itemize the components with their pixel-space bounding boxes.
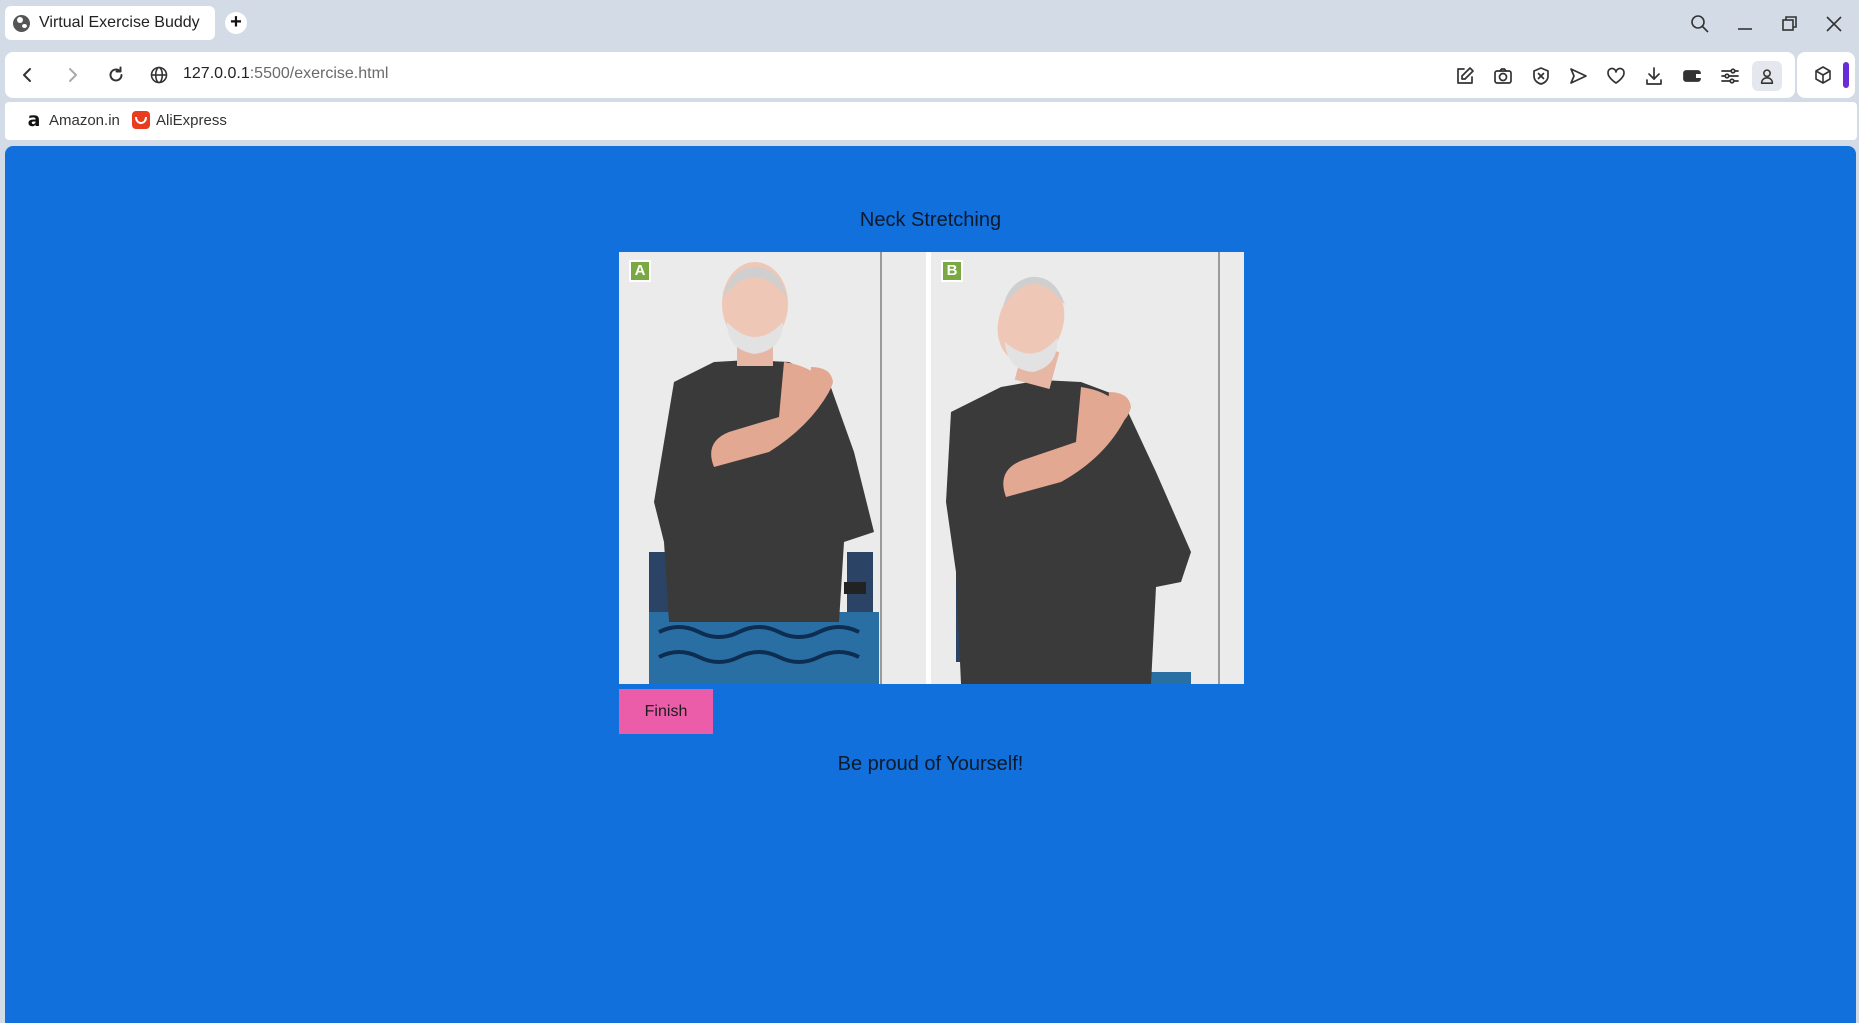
panel-label-b: B — [941, 260, 963, 282]
edit-icon — [1457, 67, 1474, 84]
page-viewport: Neck Stretching A B Finish Be proud of Y… — [5, 146, 1856, 1023]
browser-tab[interactable]: Virtual Exercise Buddy — [5, 6, 215, 40]
favorites-button[interactable] — [1603, 63, 1629, 89]
forward-button[interactable] — [57, 60, 87, 90]
heart-icon — [1607, 67, 1625, 84]
sidebar-toggle[interactable] — [1843, 62, 1849, 88]
site-info-icon[interactable] — [149, 65, 169, 85]
screenshot-button[interactable] — [1490, 63, 1516, 89]
send-button[interactable] — [1565, 63, 1591, 89]
bookmark-label: Amazon.in — [49, 111, 120, 129]
bookmarks-bar: a Amazon.in AliExpress — [5, 102, 1857, 140]
user-icon — [1760, 69, 1774, 84]
extensions-button[interactable] — [1813, 65, 1833, 90]
browser-toolbar: 127.0.0.1:5500/exercise.html — [5, 52, 1795, 98]
exercise-image: A B — [619, 252, 1244, 684]
reload-button[interactable] — [101, 60, 131, 90]
arrow-left-icon — [23, 68, 31, 82]
new-tab-button[interactable]: + — [225, 12, 247, 34]
motivation-message: Be proud of Yourself! — [837, 753, 1024, 775]
tab-title: Virtual Exercise Buddy — [39, 14, 200, 31]
address-bar[interactable]: 127.0.0.1:5500/exercise.html — [183, 65, 388, 83]
browser-title-bar: Virtual Exercise Buddy + — [0, 0, 1859, 48]
restore-icon — [1782, 16, 1797, 31]
exercise-photo-panel-b: B — [931, 252, 1244, 684]
downloads-button[interactable] — [1641, 63, 1667, 89]
aliexpress-icon — [132, 111, 150, 129]
url-host: 127.0.0.1 — [183, 65, 250, 82]
profile-button[interactable] — [1752, 61, 1782, 91]
restore-button[interactable] — [1772, 8, 1808, 40]
cube-icon — [1815, 66, 1831, 84]
amazon-icon: a — [27, 109, 41, 131]
bookmark-label: AliExpress — [156, 111, 227, 129]
exercise-photo-panel-a: A — [619, 252, 926, 684]
minimize-button[interactable] — [1727, 8, 1763, 40]
edit-button[interactable] — [1452, 63, 1478, 89]
bookmark-aliexpress[interactable]: AliExpress — [132, 111, 227, 129]
arrow-right-icon — [69, 68, 77, 82]
wallet-button[interactable] — [1679, 63, 1705, 89]
exercise-title: Neck Stretching — [859, 209, 1002, 231]
send-icon — [1570, 68, 1587, 84]
camera-icon — [1494, 68, 1512, 84]
url-path: :5500/exercise.html — [249, 65, 389, 82]
search-icon — [1691, 15, 1709, 33]
back-button[interactable] — [13, 60, 43, 90]
shield-button[interactable] — [1528, 63, 1554, 89]
close-window-button[interactable] — [1816, 8, 1852, 40]
close-icon — [1826, 16, 1842, 32]
globe-icon — [13, 14, 30, 32]
settings-button[interactable] — [1717, 63, 1743, 89]
finish-button[interactable]: Finish — [619, 689, 713, 734]
sliders-icon — [1721, 68, 1739, 84]
extensions-area — [1797, 52, 1855, 98]
wallet-icon — [1683, 70, 1701, 82]
bookmark-amazon[interactable]: a Amazon.in — [25, 109, 120, 131]
minimize-icon — [1738, 28, 1752, 30]
reload-icon — [109, 66, 123, 82]
shield-icon — [1533, 67, 1549, 85]
download-icon — [1646, 67, 1662, 85]
search-tabs-button[interactable] — [1682, 8, 1718, 40]
panel-label-a: A — [629, 260, 651, 282]
